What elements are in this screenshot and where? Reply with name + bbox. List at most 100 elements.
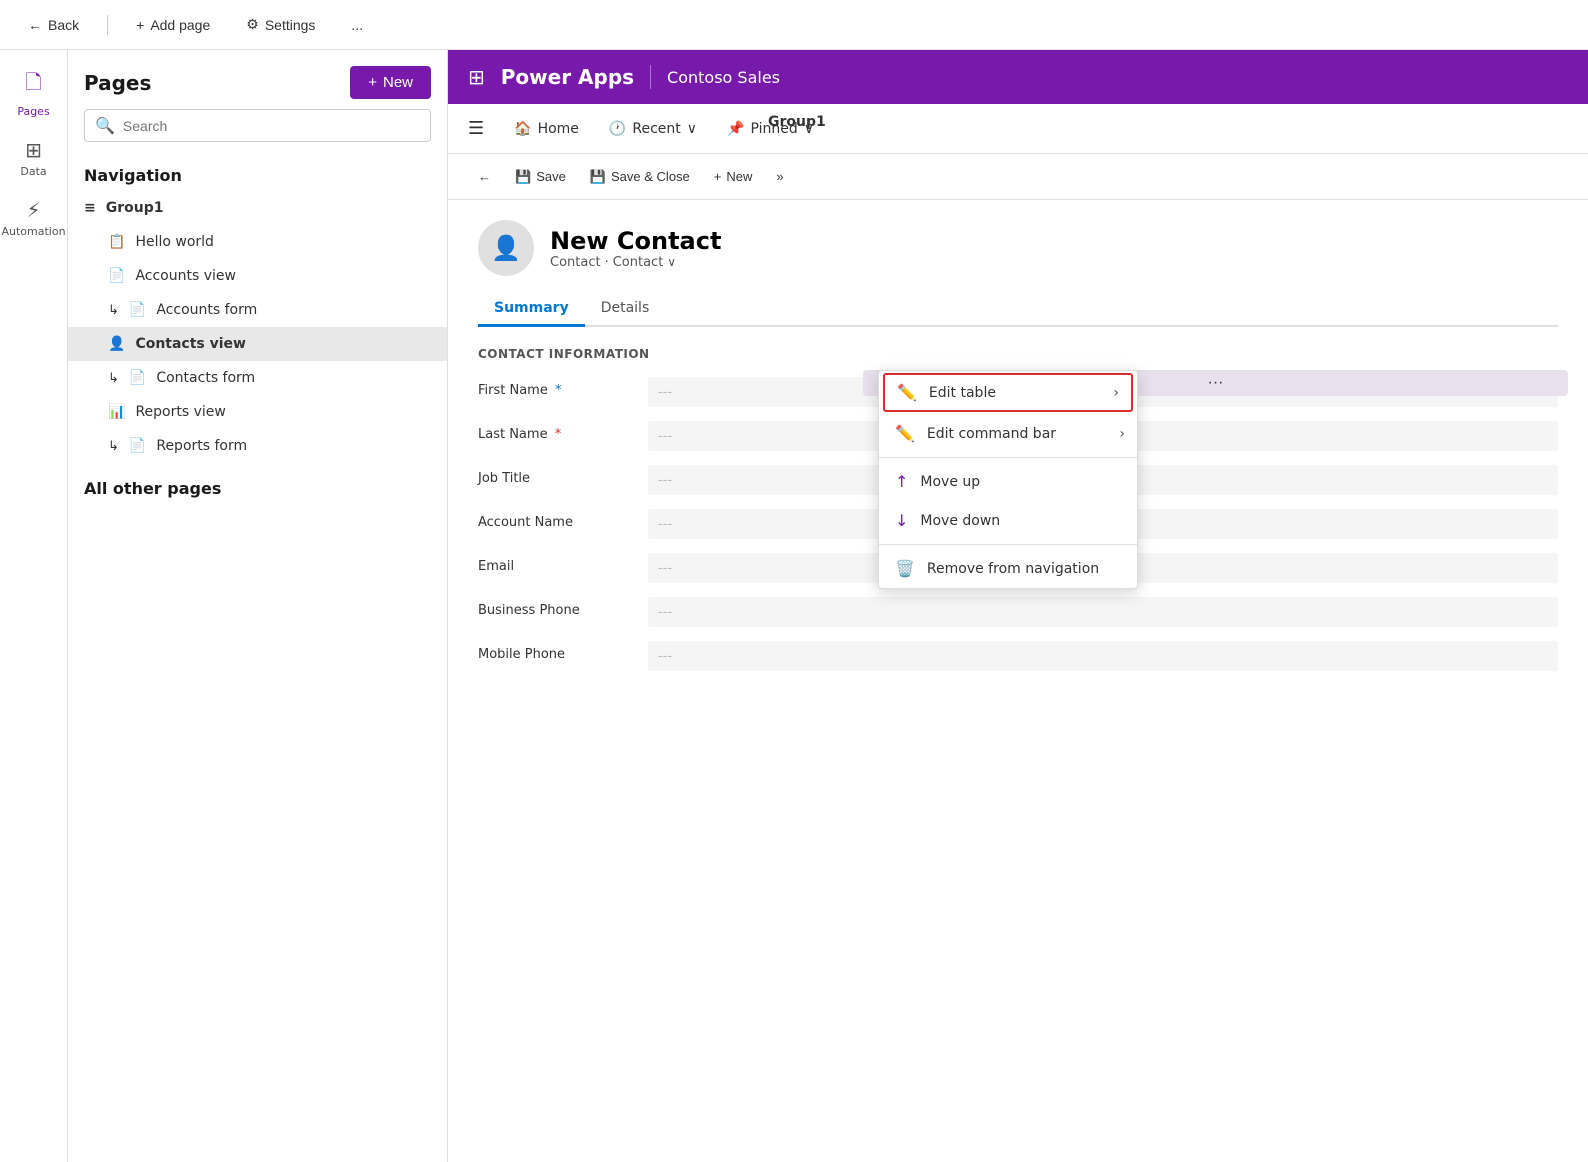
automation-sidebar-label: Automation <box>1 225 65 238</box>
nav-item-contacts-view[interactable]: 👤 Contacts view <box>68 327 447 361</box>
nav-item-hello-world[interactable]: 📋 Hello world <box>68 225 447 259</box>
email-label: Email <box>478 553 638 574</box>
save-button[interactable]: 💾 Save <box>505 164 576 190</box>
menu-item-remove-nav[interactable]: 🗑️ Remove from navigation <box>879 549 1137 588</box>
more-label: ... <box>351 17 363 33</box>
pinned-icon: 📌 <box>727 121 744 137</box>
new-record-button[interactable]: + New <box>704 164 763 189</box>
edit-command-bar-chevron-icon: › <box>1119 426 1125 442</box>
contacts-view-icon: 👤 <box>108 336 125 352</box>
contact-name: New Contact <box>550 227 721 255</box>
nav-item-group1[interactable]: ≡ Group1 <box>68 191 447 225</box>
account-name-label: Account Name <box>478 509 638 530</box>
nav-item-contacts-form[interactable]: ↳ 📄 Contacts form <box>68 361 447 395</box>
settings-icon: ⚙ <box>246 16 259 33</box>
toolbar-back-icon: ← <box>478 169 491 184</box>
business-phone-value[interactable]: --- <box>648 597 1558 627</box>
group-icon: ≡ <box>84 200 96 216</box>
group1-label: Group1 <box>106 200 164 216</box>
tab-details[interactable]: Details <box>585 292 666 327</box>
save-close-button[interactable]: 💾 Save & Close <box>580 164 700 190</box>
accounts-view-label: Accounts view <box>135 268 236 284</box>
last-name-required: * <box>555 427 562 442</box>
first-name-label: First Name * <box>478 377 638 398</box>
contact-chevron-icon[interactable]: ∨ <box>667 255 676 269</box>
recent-label: Recent <box>632 121 680 137</box>
app-grid-icon[interactable]: ⊞ <box>468 65 485 89</box>
divider1 <box>107 15 108 35</box>
new-page-button[interactable]: + New <box>350 66 431 99</box>
settings-button[interactable]: ⚙ Settings <box>238 12 323 37</box>
new-page-plus-icon: + <box>368 74 377 91</box>
add-page-button[interactable]: + Add page <box>128 13 218 37</box>
edit-command-bar-icon: ✏️ <box>895 424 915 443</box>
contacts-form-arrow-icon: ↳ <box>108 371 119 386</box>
forward-icon: » <box>776 169 783 184</box>
contacts-form-file-icon: 📄 <box>129 370 146 386</box>
accounts-form-file-icon: 📄 <box>129 302 146 318</box>
recent-icon: 🕐 <box>609 121 626 137</box>
nav-home[interactable]: 🏠 Home <box>514 121 579 137</box>
toolbar-forward-button[interactable]: » <box>766 164 793 189</box>
search-box[interactable]: 🔍 <box>84 109 431 142</box>
form-area: 👤 New Contact Contact · Contact ∨ Summar… <box>448 200 1588 1162</box>
center-area: ⊞ Power Apps Contoso Sales ☰ 🏠 Home 🕐 Re… <box>448 50 1588 1162</box>
reports-form-arrow-icon: ↳ <box>108 439 119 454</box>
app-name-label: Power Apps <box>501 65 634 89</box>
search-input[interactable] <box>123 118 420 134</box>
edit-table-chevron-icon: › <box>1113 385 1119 401</box>
accounts-view-icon: 📄 <box>108 268 125 284</box>
nav-item-reports-form[interactable]: ↳ 📄 Reports form <box>68 429 447 463</box>
sidebar-item-automation[interactable]: ⚡ Automation <box>4 190 64 246</box>
menu-item-move-down[interactable]: ↓ Move down <box>879 501 1137 540</box>
nav-recent[interactable]: 🕐 Recent ∨ <box>609 121 697 137</box>
sidebar-item-data[interactable]: ⊞ Data <box>4 130 64 186</box>
avatar-icon: 👤 <box>491 234 521 262</box>
edit-table-label: Edit table <box>929 385 996 401</box>
new-page-label: New <box>383 74 413 91</box>
reports-form-file-icon: 📄 <box>129 438 146 454</box>
automation-icon: ⚡ <box>26 198 40 222</box>
details-tab-label: Details <box>601 300 650 316</box>
hamburger-icon[interactable]: ☰ <box>468 118 484 139</box>
save-icon: 💾 <box>515 169 531 185</box>
recent-chevron-icon: ∨ <box>687 121 697 137</box>
hello-world-icon: 📋 <box>108 234 125 250</box>
contact-info: New Contact Contact · Contact ∨ <box>550 227 721 270</box>
pages-header: Pages + New <box>68 50 447 109</box>
remove-nav-icon: 🗑️ <box>895 559 915 578</box>
reports-form-label: Reports form <box>156 438 247 454</box>
contact-dot: · <box>605 255 609 270</box>
pages-panel-title: Pages <box>84 71 151 95</box>
main-layout: 🗋 Pages ⊞ Data ⚡ Automation Pages + New … <box>0 50 1588 1162</box>
tab-summary[interactable]: Summary <box>478 292 585 327</box>
new-record-plus-icon: + <box>714 169 722 184</box>
menu-item-edit-command-bar[interactable]: ✏️ Edit command bar › <box>879 414 1137 453</box>
app-title-label: Contoso Sales <box>667 68 780 87</box>
business-phone-label: Business Phone <box>478 597 638 618</box>
app-header: ⊞ Power Apps Contoso Sales <box>448 50 1588 104</box>
more-button[interactable]: ... <box>343 13 371 37</box>
nav-item-accounts-form[interactable]: ↳ 📄 Accounts form <box>68 293 447 327</box>
remove-nav-label: Remove from navigation <box>927 561 1099 577</box>
back-button[interactable]: ← Back <box>20 13 87 37</box>
new-record-label: New <box>726 169 752 184</box>
sidebar-item-pages[interactable]: 🗋 Pages <box>4 60 64 126</box>
move-up-label: Move up <box>920 474 980 490</box>
contact-sub1: Contact <box>550 255 601 270</box>
move-down-label: Move down <box>920 513 1000 529</box>
menu-item-move-up[interactable]: ↑ Move up <box>879 462 1137 501</box>
menu-item-edit-table[interactable]: ✏️ Edit table › <box>883 373 1133 412</box>
data-icon: ⊞ <box>25 138 42 162</box>
reports-view-label: Reports view <box>135 404 225 420</box>
pages-sidebar-label: Pages <box>17 105 49 118</box>
form-tabs: Summary Details <box>478 292 1558 327</box>
save-close-icon: 💾 <box>590 169 606 185</box>
mobile-phone-value[interactable]: --- <box>648 641 1558 671</box>
data-sidebar-label: Data <box>20 165 46 178</box>
nav-item-accounts-view[interactable]: 📄 Accounts view <box>68 259 447 293</box>
icon-sidebar: 🗋 Pages ⊞ Data ⚡ Automation <box>0 50 68 1162</box>
reports-view-icon: 📊 <box>108 404 125 420</box>
toolbar-back-button[interactable]: ← <box>468 164 501 189</box>
nav-item-reports-view[interactable]: 📊 Reports view <box>68 395 447 429</box>
